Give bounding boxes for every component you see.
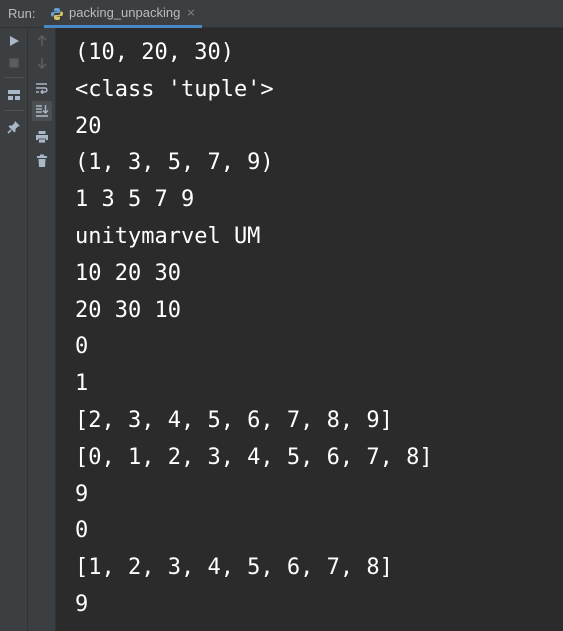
pin-icon[interactable] xyxy=(4,117,24,137)
run-tool-window: Run: packing_unpacking × (10, 20, 30) <c… xyxy=(0,0,563,631)
clear-all-icon[interactable] xyxy=(32,151,52,171)
run-secondary-toolbar xyxy=(28,28,56,631)
rerun-icon[interactable] xyxy=(4,31,24,51)
console-line: [0, 1, 2, 3, 4, 5, 6, 7, 8] xyxy=(75,444,433,470)
console-line: 20 xyxy=(75,113,102,139)
console-line: 9 xyxy=(75,591,89,617)
scroll-to-end-icon[interactable] xyxy=(32,101,52,121)
console-line: (1, 3, 5, 7, 9) xyxy=(75,150,274,176)
close-icon[interactable]: × xyxy=(186,6,195,19)
soft-wrap-icon[interactable] xyxy=(32,78,52,98)
console-line: 10 20 30 xyxy=(75,260,181,286)
console-line: <class 'tuple'> xyxy=(75,76,274,102)
console-line: [2, 3, 4, 5, 6, 7, 8, 9] xyxy=(75,407,393,433)
console-line: 20 30 10 xyxy=(75,297,181,323)
run-primary-toolbar xyxy=(0,28,28,631)
python-file-icon xyxy=(50,6,64,20)
console-line: [1, 2, 3, 4, 5, 6, 7, 8] xyxy=(75,555,393,581)
toolbar-separator xyxy=(4,77,24,78)
run-label: Run: xyxy=(8,6,36,21)
toolbar-separator xyxy=(4,110,24,111)
console-line: (10, 20, 30) xyxy=(75,40,234,65)
run-header: Run: packing_unpacking × xyxy=(0,0,563,28)
console-line: 9 xyxy=(75,481,89,507)
console-line: 0 xyxy=(75,334,89,360)
console-line: 1 xyxy=(75,371,89,397)
console-output[interactable]: (10, 20, 30) <class 'tuple'> 20 (1, 3, 5… xyxy=(56,28,563,631)
console-line: 0 xyxy=(75,518,89,544)
scroll-down-icon[interactable] xyxy=(32,53,52,73)
stop-icon[interactable] xyxy=(4,53,24,73)
tab-packing-unpacking[interactable]: packing_unpacking × xyxy=(44,0,202,28)
print-icon[interactable] xyxy=(32,127,52,147)
tab-label: packing_unpacking xyxy=(69,5,181,20)
scroll-up-icon[interactable] xyxy=(32,31,52,51)
console-line: 1 3 5 7 9 xyxy=(75,187,195,213)
layout-icon[interactable] xyxy=(4,85,24,105)
console-line: unitymarvel UM xyxy=(75,223,261,249)
